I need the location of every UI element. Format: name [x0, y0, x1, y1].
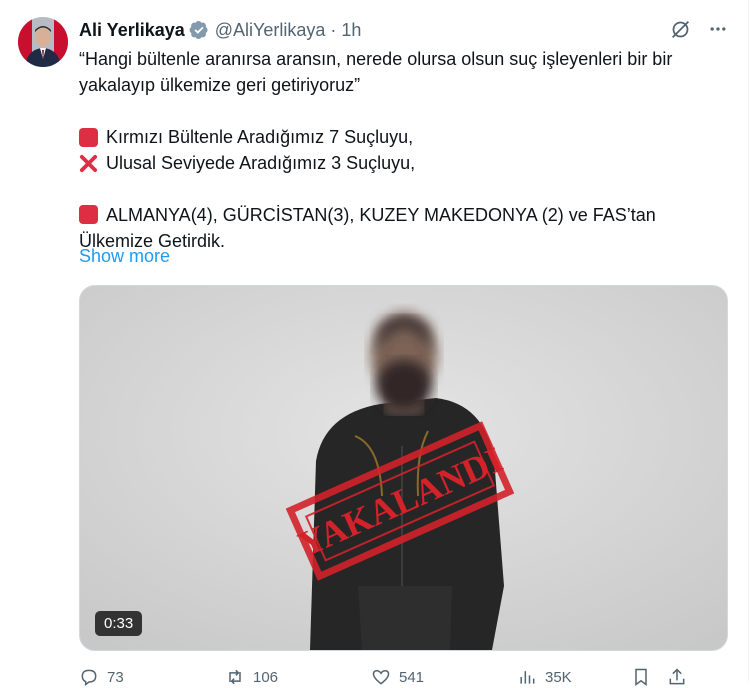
share-icon — [669, 668, 685, 685]
tweet-line: Kırmızı Bültenle Aradığımız 7 Suçluyu, — [79, 124, 729, 150]
views-count: 35K — [545, 668, 572, 686]
tweet-header: Ali Yerlikaya @AliYerlikaya · 1h — [79, 18, 731, 42]
repost-count: 106 — [253, 668, 279, 686]
reply-count: 73 — [107, 668, 124, 686]
tweet-line-text: Kırmızı Bültenle Aradığımız 7 Suçluyu, — [106, 127, 414, 147]
bookmark-button[interactable] — [631, 666, 651, 688]
reply-icon — [81, 669, 97, 686]
repost-icon — [229, 669, 241, 685]
tweet-line-text: ALMANYA(4), GÜRCİSTAN(3), KUZEY MAKEDONY… — [79, 205, 656, 251]
cross-mark-emoji — [79, 154, 98, 173]
show-more-link[interactable]: Show more — [79, 246, 170, 267]
views-icon — [520, 671, 535, 684]
header-actions — [669, 18, 729, 40]
video-duration: 0:33 — [95, 611, 143, 636]
grok-icon[interactable] — [669, 18, 691, 40]
timestamp[interactable]: 1h — [341, 20, 361, 41]
tweet: Ali Yerlikaya @AliYerlikaya · 1h “Hangi … — [0, 0, 751, 686]
video-frame: YAKALANDI — [80, 286, 727, 650]
timeline-border — [748, 0, 749, 681]
author-handle[interactable]: @AliYerlikaya — [215, 20, 326, 41]
repost-button[interactable]: 106 — [225, 666, 371, 688]
like-button[interactable]: 541 — [371, 666, 517, 688]
like-icon — [372, 669, 390, 685]
tweet-line: Ulusal Seviyede Aradığımız 3 Suçluyu, — [79, 150, 729, 176]
reply-button[interactable]: 73 — [79, 666, 225, 688]
tweet-quote: “Hangi bültenle aranırsa aransın, nerede… — [79, 49, 673, 95]
author-name[interactable]: Ali Yerlikaya — [79, 20, 185, 41]
avatar[interactable] — [18, 17, 68, 67]
verified-badge-icon[interactable] — [189, 20, 209, 40]
video-player[interactable]: YAKALANDI 0:33 — [79, 285, 728, 651]
like-count: 541 — [399, 668, 425, 686]
tweet-line: ALMANYA(4), GÜRCİSTAN(3), KUZEY MAKEDONY… — [79, 202, 729, 254]
red-square-emoji — [79, 127, 98, 147]
tweet-text: “Hangi bültenle aranırsa aransın, nerede… — [79, 46, 729, 254]
separator-dot: · — [330, 19, 337, 40]
more-icon[interactable] — [707, 18, 729, 40]
share-button[interactable] — [667, 666, 687, 688]
bookmark-icon — [635, 668, 647, 686]
tweet-line-text: Ulusal Seviyede Aradığımız 3 Suçluyu, — [106, 153, 416, 173]
tweet-actions: 73 106 541 35K — [79, 666, 731, 688]
red-square-emoji — [79, 205, 98, 224]
